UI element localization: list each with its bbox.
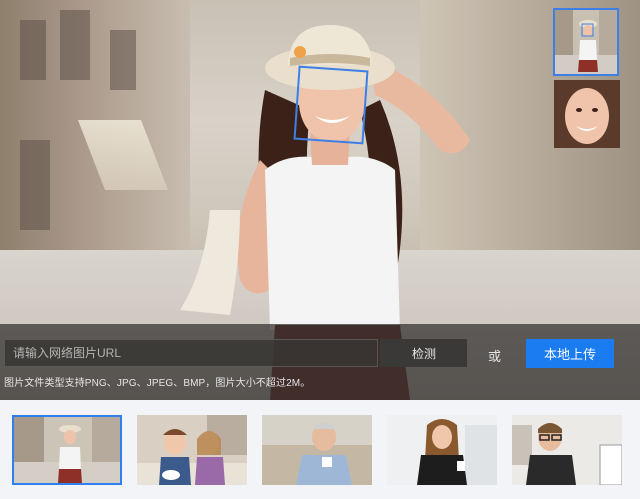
sample-thumbnail-children[interactable] [137, 415, 247, 485]
detected-scene-thumbnail[interactable] [553, 8, 619, 76]
sample-thumbnail-woman-office[interactable] [387, 415, 497, 485]
sample-thumbnail-man-glasses[interactable] [512, 415, 622, 485]
image-url-input[interactable] [4, 339, 378, 367]
file-type-hint: 图片文件类型支持PNG、JPG、JPEG、BMP，图片大小不超过2M。 [4, 378, 311, 389]
local-upload-button[interactable]: 本地上传 [526, 339, 614, 368]
detected-face-crop[interactable] [554, 80, 620, 148]
detect-button[interactable]: 检测 [380, 339, 467, 367]
sample-thumbnail-woman-hat[interactable] [12, 415, 122, 485]
sample-thumbnail-older-man[interactable] [262, 415, 372, 485]
face-detection-box [293, 65, 369, 145]
or-separator: 或 [488, 349, 502, 364]
